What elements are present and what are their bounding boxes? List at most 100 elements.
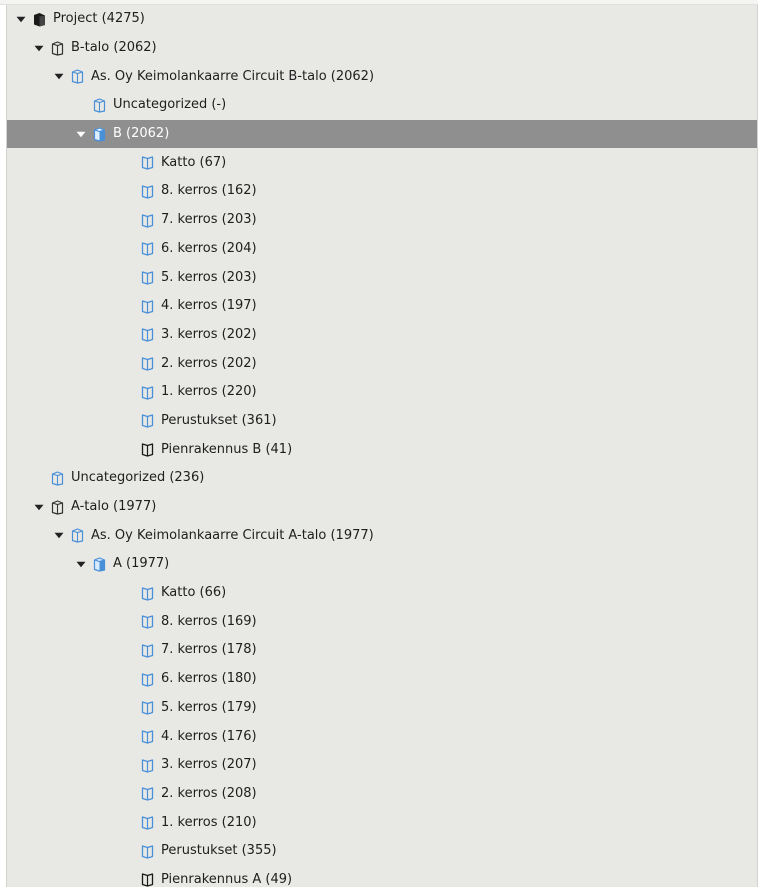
tree-row-label: A-talo (1977) [71, 499, 157, 515]
building-filled-blue-icon [93, 126, 106, 142]
tree-row-label: Katto (66) [161, 585, 227, 601]
storey-blue-icon [141, 815, 154, 830]
tree-row[interactable]: 6. kerros (204) [7, 235, 757, 264]
tree-row[interactable]: Project (4275) [7, 5, 757, 34]
storey-blue-icon [141, 844, 154, 859]
storey-blue-icon [141, 184, 154, 199]
storey-blue-icon [141, 356, 154, 371]
storey-blue-icon [141, 586, 154, 601]
tree-row-label: 1. kerros (220) [161, 384, 257, 400]
tree-row-label: 1. kerros (210) [161, 814, 257, 830]
tree-row[interactable]: A (1977) [7, 550, 757, 579]
tree-row-label: B-talo (2062) [71, 40, 157, 56]
building-outline-icon [51, 40, 64, 56]
tree-row[interactable]: 4. kerros (197) [7, 292, 757, 321]
tree-row-label: 3. kerros (207) [161, 757, 257, 773]
building-outline-icon [51, 499, 64, 515]
tree-row[interactable]: Katto (67) [7, 148, 757, 177]
storey-blue-icon [141, 241, 154, 256]
tree-row[interactable]: 8. kerros (162) [7, 177, 757, 206]
building-filled-blue-icon [93, 557, 106, 572]
tree-row[interactable]: 2. kerros (202) [7, 349, 757, 378]
storey-blue-icon [141, 786, 154, 802]
tree-row[interactable]: 4. kerros (176) [7, 722, 757, 751]
tree-row-label: 6. kerros (180) [161, 671, 257, 687]
tree-row[interactable]: 1. kerros (220) [7, 378, 757, 407]
tree-row[interactable]: Katto (66) [7, 579, 757, 608]
tree-row-label: 3. kerros (202) [161, 326, 257, 342]
expand-toggle-icon[interactable] [53, 530, 65, 542]
tree-row-label: As. Oy Keimolankaarre Circuit A-talo (19… [91, 527, 374, 543]
tree-row[interactable]: 5. kerros (203) [7, 263, 757, 292]
storey-blue-icon [141, 299, 154, 314]
tree-row-label: 4. kerros (197) [161, 298, 257, 314]
tree-row[interactable]: 2. kerros (208) [7, 780, 757, 809]
tree-row-label: 5. kerros (203) [161, 269, 257, 285]
tree-row-label: Pienrakennus B (41) [161, 441, 293, 457]
tree-row-label: 7. kerros (203) [161, 212, 257, 228]
tree-row[interactable]: Perustukset (361) [7, 407, 757, 436]
storey-blue-icon [141, 155, 154, 170]
tree-row[interactable]: 5. kerros (179) [7, 694, 757, 723]
storey-blue-icon [141, 672, 154, 687]
tree-row-label: Pienrakennus A (49) [161, 871, 293, 887]
tree-row[interactable]: B (2062) [7, 119, 757, 149]
tree-row-label: 2. kerros (208) [161, 785, 257, 801]
building-blue-icon [71, 528, 84, 543]
expand-toggle-icon[interactable] [75, 558, 87, 570]
expand-toggle-icon[interactable] [15, 13, 27, 25]
tree-row-label: 5. kerros (179) [161, 699, 257, 715]
tree-row-label: A (1977) [113, 556, 170, 572]
storey-blue-icon [141, 700, 154, 715]
expand-toggle-icon[interactable] [33, 42, 45, 54]
tree-row[interactable]: Pienrakennus B (41) [7, 435, 757, 464]
tree-row-label: 8. kerros (162) [161, 183, 257, 199]
tree-row-label: 8. kerros (169) [161, 613, 257, 629]
tree-row[interactable]: Uncategorized (-) [7, 91, 757, 120]
tree-row-label: 7. kerros (178) [161, 642, 257, 658]
tree-row[interactable]: B-talo (2062) [7, 34, 757, 63]
tree-row[interactable]: 3. kerros (202) [7, 321, 757, 350]
storey-blue-icon [141, 413, 154, 429]
building-blue-icon [51, 471, 64, 486]
tree-row-label: 6. kerros (204) [161, 240, 257, 256]
tree-row-label: Uncategorized (236) [71, 470, 205, 486]
tree-row[interactable]: 8. kerros (169) [7, 607, 757, 636]
tree-row-label: Project (4275) [53, 11, 145, 27]
storey-blue-icon [141, 213, 154, 228]
project-tree[interactable]: Project (4275) B-talo (2062) As. Oy Keimol… [6, 5, 758, 887]
tree-row[interactable]: 6. kerros (180) [7, 665, 757, 694]
storey-dark-icon [141, 442, 154, 457]
tree-row[interactable]: Perustukset (355) [7, 837, 757, 866]
storey-blue-icon [141, 270, 154, 285]
storey-blue-icon [141, 758, 154, 773]
expand-toggle-icon[interactable] [75, 128, 87, 140]
tree-row[interactable]: 7. kerros (178) [7, 636, 757, 665]
expand-toggle-icon[interactable] [53, 71, 65, 83]
tree-row[interactable]: A-talo (1977) [7, 493, 757, 522]
tree-row-label: Perustukset (355) [161, 843, 277, 859]
tree-row[interactable]: As. Oy Keimolankaarre Circuit A-talo (19… [7, 521, 757, 550]
storey-blue-icon [141, 643, 154, 658]
tree-row-label: 2. kerros (202) [161, 355, 257, 371]
tree-row-label: Katto (67) [161, 154, 227, 170]
storey-blue-icon [141, 614, 154, 629]
expand-toggle-icon[interactable] [33, 501, 45, 513]
building-blue-icon [93, 98, 106, 113]
tree-row-label: Uncategorized (-) [113, 97, 227, 113]
tree-row[interactable]: 1. kerros (210) [7, 808, 757, 837]
building-blue-icon [71, 69, 84, 84]
tree-row-label: 4. kerros (176) [161, 728, 257, 744]
storey-dark-icon [141, 872, 154, 887]
tree-row[interactable]: 7. kerros (203) [7, 206, 757, 235]
tree-row-label: Perustukset (361) [161, 412, 277, 428]
tree-row[interactable]: 3. kerros (207) [7, 751, 757, 780]
tree-row-label: As. Oy Keimolankaarre Circuit B-talo (20… [91, 68, 375, 84]
project-cube-solid-icon [33, 12, 46, 27]
tree-row-label: B (2062) [113, 126, 170, 142]
tree-row[interactable]: Uncategorized (236) [7, 464, 757, 493]
storey-blue-icon [141, 327, 154, 343]
storey-blue-icon [141, 729, 154, 744]
tree-row[interactable]: Pienrakennus A (49) [7, 866, 757, 887]
tree-row[interactable]: As. Oy Keimolankaarre Circuit B-talo (20… [7, 62, 757, 91]
